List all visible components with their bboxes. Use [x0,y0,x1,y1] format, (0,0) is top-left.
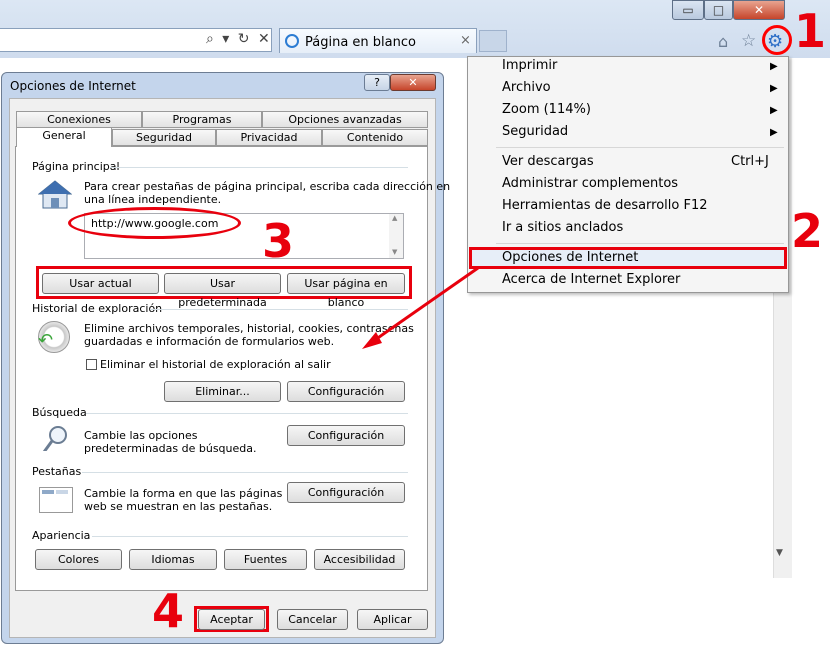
annotation-arrow [362,266,479,349]
